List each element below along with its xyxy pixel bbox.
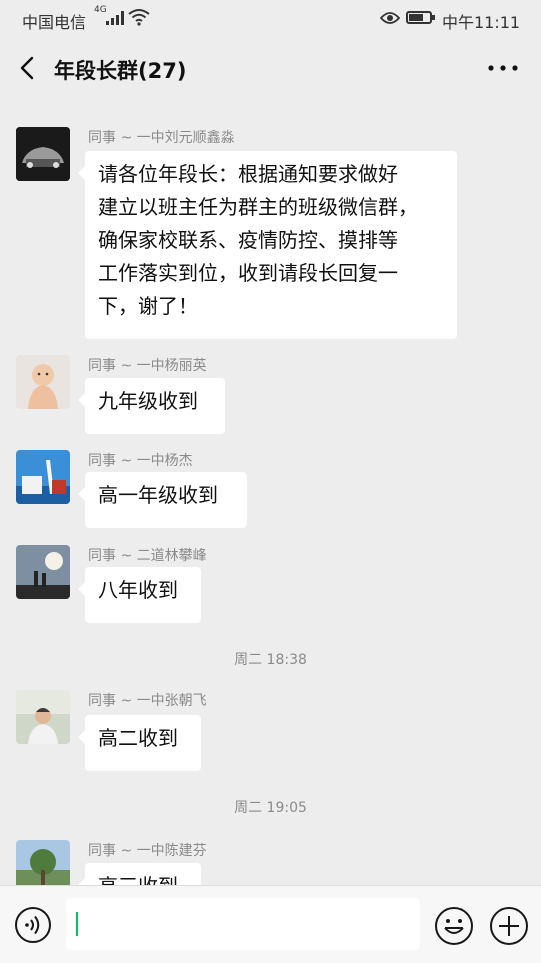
timestamp-divider: 周二 18:38 (234, 652, 307, 668)
message-item: 同事 ~ 一中刘元顺鑫淼 请各位年段长：根据通知要求做好 建立以班主任为群主的班… (0, 127, 541, 339)
message-text-line: 工作落实到位，收到请段长回复一 (98, 261, 398, 285)
voice-icon[interactable] (14, 906, 52, 944)
message-text-line: 建立以班主任为群主的班级微信群， (98, 195, 418, 219)
chat-input-bar (0, 885, 541, 963)
message-bubble[interactable]: 高一年级收到 (78, 472, 247, 528)
eye-icon (380, 12, 400, 24)
message-bubble[interactable]: 八年收到 (78, 567, 201, 623)
plus-icon[interactable] (489, 906, 529, 946)
battery-icon (406, 11, 435, 24)
message-text: 高一年级收到 (98, 483, 218, 507)
status-bar: 中国电信 4G 中午11:11 (0, 0, 541, 36)
text-cursor (76, 912, 78, 936)
message-input[interactable] (66, 898, 420, 950)
message-item: 同事 ~ 一中杨丽英 九年级收到 (0, 355, 541, 435)
clock-label: 中午11:11 (442, 13, 521, 32)
message-text: 高二收到 (98, 726, 178, 750)
sender-name: 同事 ~ 一中陈建芬 (88, 843, 207, 859)
message-text-line: 请各位年段长：根据通知要求做好 (98, 162, 398, 186)
message-bubble[interactable]: 高二收到 (78, 715, 201, 771)
sender-name: 同事 ~ 一中张朝飞 (88, 693, 207, 709)
avatar[interactable] (16, 127, 70, 181)
sender-name: 同事 ~ 一中杨杰 (88, 453, 193, 469)
avatar[interactable] (16, 450, 70, 504)
timestamp-divider: 周二 19:05 (234, 800, 307, 816)
message-text: 九年级收到 (98, 389, 198, 413)
chat-title: 年段长群(27) (54, 59, 187, 83)
message-bubble[interactable]: 请各位年段长：根据通知要求做好 建立以班主任为群主的班级微信群， 确保家校联系、… (78, 151, 457, 339)
message-text: 八年收到 (98, 578, 178, 602)
sender-name: 同事 ~ 二道林攀峰 (88, 548, 207, 564)
avatar[interactable] (16, 355, 70, 409)
more-icon[interactable] (485, 56, 521, 80)
carrier-label: 中国电信 (22, 13, 87, 32)
avatar[interactable] (16, 545, 70, 599)
message-bubble[interactable]: 九年级收到 (78, 378, 225, 434)
sender-name: 同事 ~ 一中刘元顺鑫淼 (88, 130, 235, 146)
message-item: 同事 ~ 二道林攀峰 八年收到 (0, 545, 541, 625)
back-icon[interactable] (14, 54, 42, 82)
emoji-icon[interactable] (434, 906, 474, 946)
message-text-line: 下，谢了！ (98, 294, 198, 318)
message-text-line: 确保家校联系、疫情防控、摸排等 (98, 228, 398, 252)
wifi-icon (128, 9, 150, 26)
message-item: 同事 ~ 一中张朝飞 高二收到 (0, 690, 541, 771)
signal-icon: 4G (94, 5, 124, 25)
avatar[interactable] (16, 690, 70, 744)
chat-header: 年段长群(27) (0, 36, 541, 100)
network-type-label: 4G (94, 5, 107, 15)
sender-name: 同事 ~ 一中杨丽英 (88, 358, 207, 374)
message-item: 同事 ~ 一中杨杰 高一年级收到 (0, 450, 541, 530)
